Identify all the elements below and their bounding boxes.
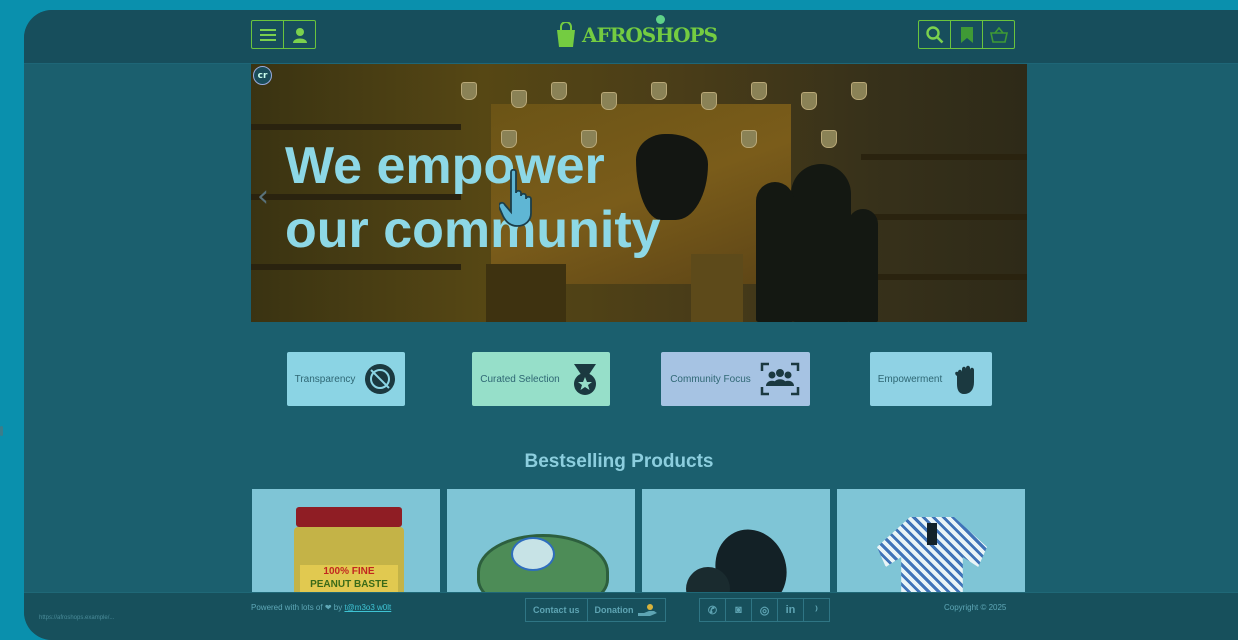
hero-shelf <box>861 154 1027 160</box>
hero-title-line1: We empower <box>285 137 605 195</box>
hero-lamp <box>851 82 867 100</box>
footer-action-group: Contact us Donation <box>525 598 666 622</box>
basket-icon <box>989 26 1008 43</box>
account-button[interactable] <box>283 21 315 48</box>
logo-status-dot <box>656 15 665 24</box>
telegram-icon[interactable]: ◙ <box>725 599 751 621</box>
donation-button[interactable]: Donation <box>586 599 665 621</box>
carousel-prev-icon[interactable]: ‹ <box>257 179 269 214</box>
hero-lamp <box>601 92 617 110</box>
product-card[interactable] <box>642 489 830 609</box>
hero-person <box>848 209 878 322</box>
hero-shelf <box>861 274 1027 280</box>
feature-empowerment[interactable]: Empowerment <box>870 352 992 406</box>
contact-us-button[interactable]: Contact us <box>526 599 587 621</box>
cr-badge: cr <box>253 66 272 85</box>
hero-lamp <box>801 92 817 110</box>
shopping-bag-icon <box>557 22 575 47</box>
hero-lamp <box>551 82 567 100</box>
user-icon <box>292 27 307 43</box>
copyright: Copyright © 2025 <box>944 603 1007 612</box>
hero-lamp <box>701 92 717 110</box>
menu-icon <box>259 28 276 41</box>
hero-lamp <box>461 82 477 100</box>
jar-lid <box>296 507 402 527</box>
hero-banner[interactable]: cr ‹ We empower our community <box>251 64 1027 322</box>
ring-icon <box>365 364 396 394</box>
social-links: ✆ ◙ ◎ in ⁾ <box>699 598 830 622</box>
hero-shelf <box>861 214 1027 220</box>
cart-button[interactable] <box>982 21 1014 48</box>
footer: Powered with lots of ❤ by t@m3o3 w0lt Co… <box>24 592 1238 640</box>
hero-person <box>756 182 794 322</box>
bookmark-icon <box>960 26 973 43</box>
hero-lamp <box>741 130 757 148</box>
right-button-group <box>918 20 1015 49</box>
logo-text: AFROSHOPS <box>582 23 718 47</box>
jar-label-line2: PEANUT BASTE <box>310 579 388 590</box>
jar-label-line1: 100% FINE <box>323 566 375 577</box>
hero-boxes <box>691 254 743 322</box>
app-frame: AFROSHOPS cr ‹ We empower our community … <box>24 10 1238 640</box>
powered-text: Powered with lots of <box>251 603 323 612</box>
hero-title-line2: our community <box>285 201 661 259</box>
feature-label: Transparency <box>294 373 356 385</box>
hero-person <box>791 164 851 322</box>
feature-transparency[interactable]: Transparency <box>287 352 405 406</box>
feature-curated-selection[interactable]: Curated Selection <box>472 352 610 406</box>
donation-label: Donation <box>594 605 634 615</box>
product-card[interactable] <box>837 489 1025 609</box>
feature-community-focus[interactable]: Community Focus <box>661 352 810 406</box>
feature-cards: Transparency Curated Selection Community… <box>24 352 1238 408</box>
pack-label <box>511 537 555 571</box>
search-button[interactable] <box>919 21 950 48</box>
feature-label: Empowerment <box>877 373 943 385</box>
footer-credit: Powered with lots of ❤ by t@m3o3 w0lt <box>251 603 391 612</box>
feature-label: Curated Selection <box>480 373 560 385</box>
hero-shelf <box>251 124 461 130</box>
donation-hand-icon <box>637 604 657 616</box>
product-card[interactable]: 100% FINE PEANUT BASTE <box>252 489 440 609</box>
site-logo[interactable]: AFROSHOPS <box>554 18 718 52</box>
hero-boxes <box>486 264 566 322</box>
heart-icon: ❤ <box>324 603 332 612</box>
hand-pointer-icon <box>499 169 532 227</box>
bestselling-title: Bestselling Products <box>524 451 714 472</box>
whatsapp-icon[interactable]: ✆ <box>700 599 725 621</box>
product-card[interactable] <box>447 489 635 609</box>
jar-label: 100% FINE PEANUT BASTE <box>300 565 398 595</box>
hero-title: We empower our community <box>285 134 661 262</box>
hero-shelf <box>251 264 461 270</box>
instagram-icon[interactable]: ◎ <box>751 599 777 621</box>
hero-lamp <box>821 130 837 148</box>
bookmarks-button[interactable] <box>950 21 982 48</box>
hero-lamp <box>511 90 527 108</box>
shirt-placket <box>927 523 937 545</box>
search-icon <box>925 25 943 43</box>
by-text: by <box>333 603 343 612</box>
linkedin-icon[interactable]: in <box>777 599 803 621</box>
fist-icon <box>955 365 975 394</box>
hero-lamp <box>751 82 767 100</box>
hero-lamp <box>651 82 667 100</box>
medal-icon <box>573 364 596 395</box>
menu-button[interactable] <box>252 21 283 48</box>
rss-icon[interactable]: ⁾ <box>803 599 829 621</box>
group-icon <box>760 362 800 396</box>
left-button-group <box>251 20 316 49</box>
edge-marker <box>0 426 3 436</box>
author-link[interactable]: t@m3o3 w0lt <box>344 603 391 612</box>
top-navbar: AFROSHOPS <box>24 10 1238 64</box>
feature-label: Community Focus <box>670 373 751 385</box>
